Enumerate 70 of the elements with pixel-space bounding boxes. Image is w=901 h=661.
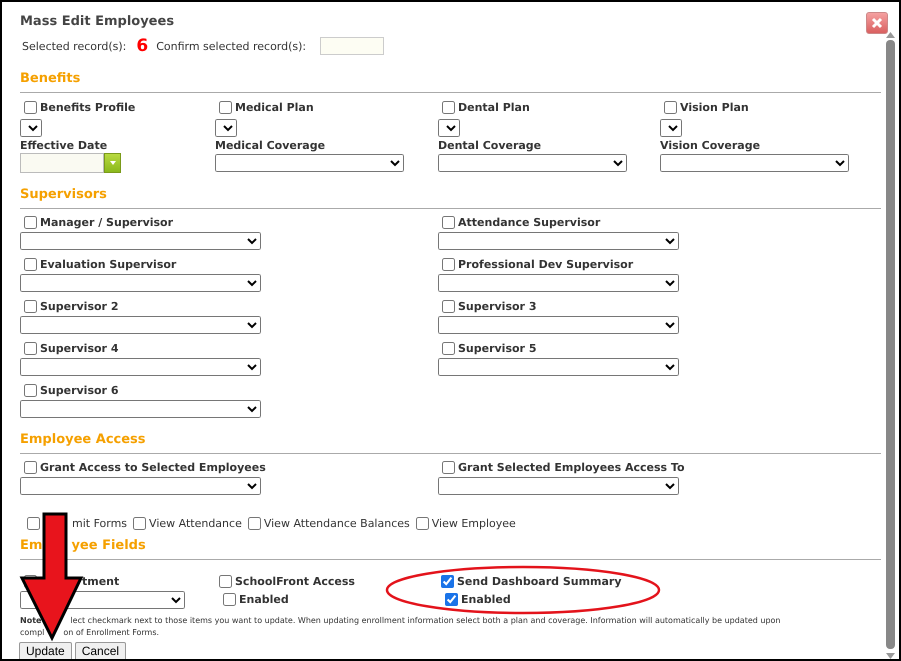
note-label: Note (20, 614, 42, 626)
checkbox-label: Evaluation Supervisor (40, 258, 176, 271)
checkbox-label: SchoolFront Access (235, 575, 355, 588)
option-label: View Employee (432, 517, 516, 530)
section-heading: yee Fields (71, 538, 146, 554)
checkbox-label: Supervisor 5 (458, 342, 536, 355)
employee-select[interactable] (20, 476, 261, 494)
checkbox-label: Professional Dev Supervisor (458, 258, 634, 271)
coverage-select[interactable] (215, 154, 404, 172)
checkbox-label: Medical Plan (235, 100, 314, 114)
field-label: Medical Coverage (215, 138, 326, 152)
checkbox-label: Supervisor 2 (40, 300, 118, 313)
checkbox-label: Benefits Profile (40, 100, 136, 114)
supervisor-select[interactable] (20, 316, 261, 334)
window-title: Mass Edit Employees (20, 14, 174, 31)
checkbox-label: Grant Access to Selected Employees (40, 461, 266, 474)
checkbox-label: Manager / Supervisor (40, 216, 174, 229)
checkbox-label: Send Dashboard Summary (457, 575, 622, 588)
checkbox-label: Attendance Supervisor (458, 216, 600, 229)
selected-records-label: Selected record(s): (22, 40, 126, 52)
update-button[interactable]: Update (19, 642, 72, 659)
checkbox-label: Grant Selected Employees Access To (458, 461, 685, 474)
close-button[interactable] (866, 12, 888, 34)
coverage-select[interactable] (660, 154, 849, 172)
field-label: Vision Coverage (660, 138, 762, 152)
scrollbar[interactable] (884, 32, 897, 659)
caret-icon (110, 160, 116, 164)
coverage-select[interactable] (438, 154, 627, 172)
note-text: compl (20, 626, 44, 638)
checkbox-label: Supervisor 3 (458, 300, 536, 313)
field-label: Dental Coverage (438, 138, 542, 152)
scroll-down-icon[interactable] (886, 653, 895, 659)
plan-select[interactable] (438, 118, 460, 136)
checkbox-label: Dental Plan (458, 100, 530, 114)
plan-select[interactable] (660, 118, 682, 136)
confirm-label: Confirm selected record(s): (156, 40, 306, 52)
checkbox-label: Supervisor 4 (40, 342, 118, 355)
record-count: 6 (136, 36, 148, 56)
close-icon (871, 17, 883, 29)
option-label: View Attendance Balances (264, 517, 410, 530)
supervisor-select[interactable] (20, 358, 261, 376)
checkbox-label: Supervisor 6 (40, 384, 118, 397)
field-label: Effective Date (20, 138, 108, 152)
note-text: lect checkmark next to those items you want to update. When updating enrollment information select both a plan and coverage. Information will automatically be updated upon (70, 614, 780, 626)
dropdown-button[interactable] (104, 152, 121, 172)
supervisor-select[interactable] (438, 274, 679, 292)
supervisor-select[interactable] (438, 316, 679, 334)
supervisor-select[interactable] (20, 232, 261, 250)
option-label: View Attendance (149, 517, 242, 530)
supervisor-select[interactable] (20, 400, 261, 418)
cancel-button[interactable]: Cancel (74, 642, 126, 659)
section-heading: Employee Access (20, 432, 147, 448)
section-heading: Benefits (20, 71, 82, 87)
checkbox-label: Enabled (461, 593, 511, 606)
checkbox-label: Vision Plan (680, 100, 749, 114)
employee-select[interactable] (438, 476, 679, 494)
supervisor-select[interactable] (438, 232, 679, 250)
section-heading: Em (20, 538, 42, 554)
section-heading: Supervisors (20, 186, 108, 202)
confirm-field[interactable] (320, 37, 384, 55)
supervisor-select[interactable] (20, 274, 261, 292)
supervisor-select[interactable] (438, 358, 679, 376)
option-label: mit Forms (72, 517, 128, 530)
plan-select[interactable] (215, 118, 237, 136)
note-text: on of Enrollment Forms. (63, 626, 160, 638)
date-field[interactable] (20, 152, 104, 172)
plan-select[interactable] (20, 118, 42, 136)
checkbox-label: Enabled (239, 593, 289, 606)
checkbox-label: tment (82, 575, 120, 588)
scroll-up-icon[interactable] (886, 32, 895, 38)
